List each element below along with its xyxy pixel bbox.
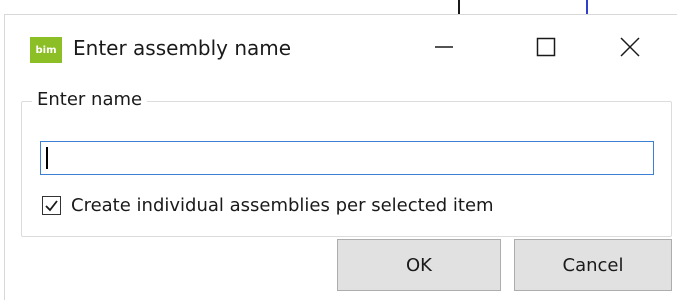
checkmark-icon bbox=[45, 199, 58, 211]
maximize-button[interactable] bbox=[517, 21, 575, 73]
minimize-icon bbox=[435, 46, 453, 48]
assembly-name-input[interactable] bbox=[40, 141, 654, 175]
window-title: Enter assembly name bbox=[73, 36, 292, 60]
maximize-icon bbox=[536, 37, 556, 57]
per-item-checkbox-row[interactable]: Create individual assemblies per selecte… bbox=[42, 192, 494, 218]
close-button[interactable] bbox=[601, 21, 659, 73]
group-legend: Enter name bbox=[32, 89, 148, 110]
close-icon bbox=[620, 37, 640, 57]
per-item-checkbox-label: Create individual assemblies per selecte… bbox=[71, 194, 494, 216]
background-line bbox=[458, 0, 460, 14]
ok-button[interactable]: OK bbox=[337, 239, 501, 291]
per-item-checkbox[interactable] bbox=[42, 195, 61, 215]
text-caret bbox=[46, 147, 48, 169]
cancel-button[interactable]: Cancel bbox=[514, 239, 672, 291]
bim-app-icon: bim bbox=[30, 37, 62, 63]
background-line bbox=[586, 0, 588, 14]
enter-name-group: Enter name Create individual assemblies … bbox=[21, 89, 672, 237]
minimize-button[interactable] bbox=[415, 21, 473, 73]
app-icon-text: bim bbox=[35, 44, 57, 56]
title-bar[interactable]: bim Enter assembly name bbox=[5, 15, 677, 75]
assembly-name-dialog: bim Enter assembly name Enter name Creat… bbox=[4, 14, 677, 300]
